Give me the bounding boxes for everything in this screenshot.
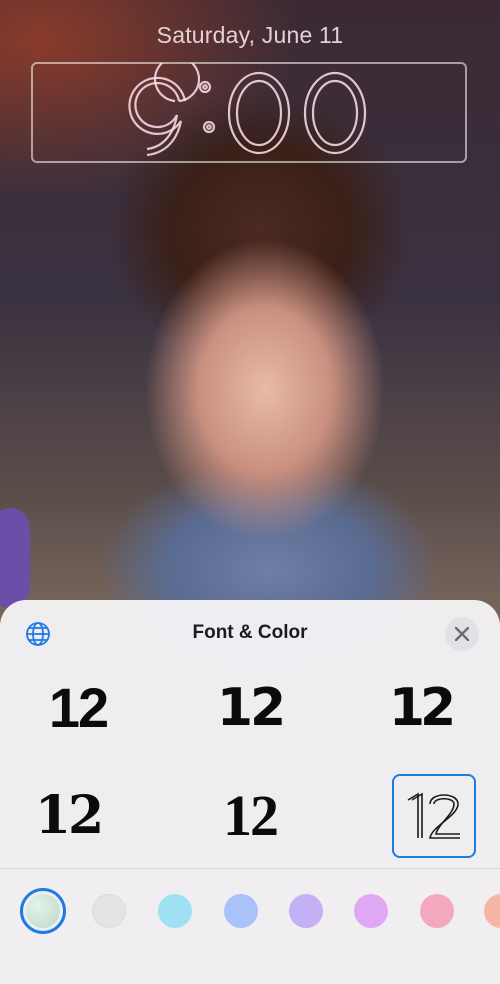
color-swatch-7[interactable]: [420, 894, 454, 928]
font-option-3[interactable]: 12: [378, 666, 462, 750]
time-digit-zero-2: [303, 71, 367, 154]
clock-frame[interactable]: .outline { fill: none; stroke: rgba(255,…: [31, 62, 467, 163]
color-swatch-3[interactable]: [158, 894, 192, 928]
font-color-sheet: Font & Color 12 12 12 12 12: [0, 600, 500, 984]
color-swatches: [0, 888, 500, 938]
font-sample: 12: [223, 783, 279, 848]
sheet-header: Font & Color: [0, 600, 500, 666]
font-sample: 12: [48, 676, 109, 739]
font-sample: 12: [216, 678, 286, 738]
font-option-1[interactable]: 12: [36, 666, 120, 750]
close-button[interactable]: [445, 617, 479, 651]
wallpaper-toy: [0, 508, 30, 608]
font-option-6-selected[interactable]: 12: [392, 774, 476, 858]
font-option-4[interactable]: 12: [26, 774, 110, 858]
font-sample: 12: [388, 678, 456, 738]
lockscreen-time: .outline { fill: none; stroke: rgba(255,…: [128, 62, 367, 156]
color-swatch-8[interactable]: [484, 894, 500, 928]
color-swatch-4[interactable]: [224, 894, 258, 928]
sheet-title: Font & Color: [192, 622, 308, 643]
font-sample: 12: [34, 785, 104, 846]
divider: [0, 868, 500, 869]
color-swatch-2[interactable]: [92, 894, 126, 928]
font-option-2[interactable]: 12: [208, 666, 292, 750]
close-icon: [455, 627, 469, 641]
color-swatch-1-selected[interactable]: [20, 888, 66, 934]
font-grid: 12 12 12 12 12 12: [0, 666, 500, 866]
time-digit-nine: [128, 62, 201, 156]
color-swatch-5[interactable]: [289, 894, 323, 928]
color-swatch-inner: [26, 894, 60, 928]
font-option-5[interactable]: 12: [208, 774, 292, 858]
font-sample-outline: [407, 792, 460, 839]
color-swatch-6[interactable]: [354, 894, 388, 928]
lockscreen-date: Saturday, June 11: [156, 22, 344, 48]
time-digit-zero-1: [227, 71, 291, 154]
time-colon: [198, 80, 216, 133]
